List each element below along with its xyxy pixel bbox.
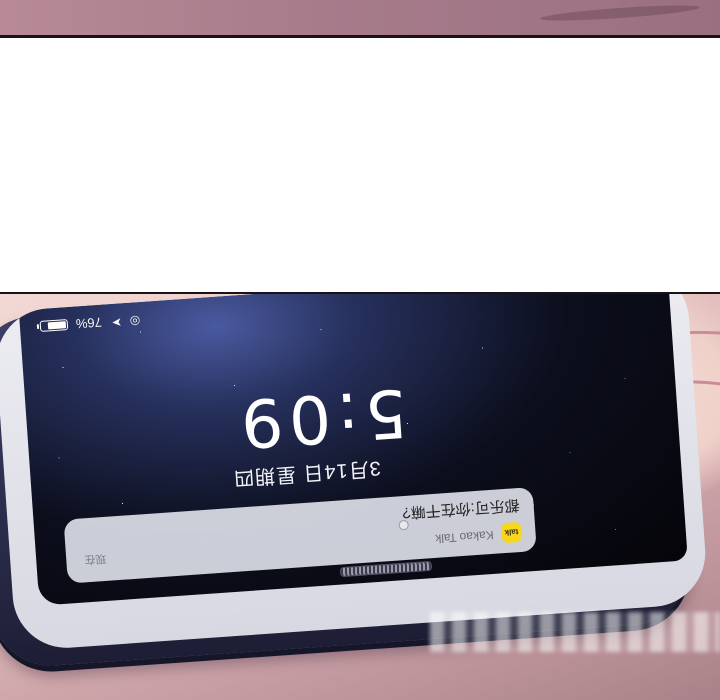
phone-body: talk Kakao Talk 都乐可:你在干嘛? 现在 3月14日 星期四 5… — [0, 294, 709, 652]
battery-percent: 76% — [75, 314, 103, 332]
lock-screen: talk Kakao Talk 都乐可:你在干嘛? 现在 3月14日 星期四 5… — [18, 294, 688, 606]
notification-app-name: Kakao Talk — [434, 527, 495, 546]
panel-shading — [539, 2, 701, 24]
notification-message: 都乐可:你在干嘛? — [401, 495, 521, 522]
notification-card[interactable]: talk Kakao Talk 都乐可:你在干嘛? 现在 — [63, 486, 537, 584]
blurred-watermark — [430, 612, 720, 652]
panel-gutter — [0, 38, 720, 292]
lock-date: 3月14日 星期四 — [232, 456, 382, 489]
lock-time: 5:09 — [232, 373, 410, 463]
alarm-icon: ◎ — [129, 313, 141, 329]
battery-icon — [39, 319, 69, 332]
status-bar: ▁▃▅ ◠ ◎ ➤ 76% — [19, 294, 669, 338]
comic-panel-phone: talk Kakao Talk 都乐可:你在干嘛? 现在 3月14日 星期四 5… — [0, 292, 720, 700]
lock-screen-content: talk Kakao Talk 都乐可:你在干嘛? 现在 3月14日 星期四 5… — [19, 294, 688, 606]
kakao-talk-icon: talk — [500, 521, 523, 544]
location-icon: ➤ — [111, 315, 123, 330]
comic-panel-top — [0, 0, 720, 38]
wifi-icon: ◠ — [597, 294, 609, 297]
battery-fill — [47, 321, 67, 330]
signal-icon: ▁▃▅ — [618, 294, 649, 295]
notification-time: 现在 — [83, 551, 107, 566]
